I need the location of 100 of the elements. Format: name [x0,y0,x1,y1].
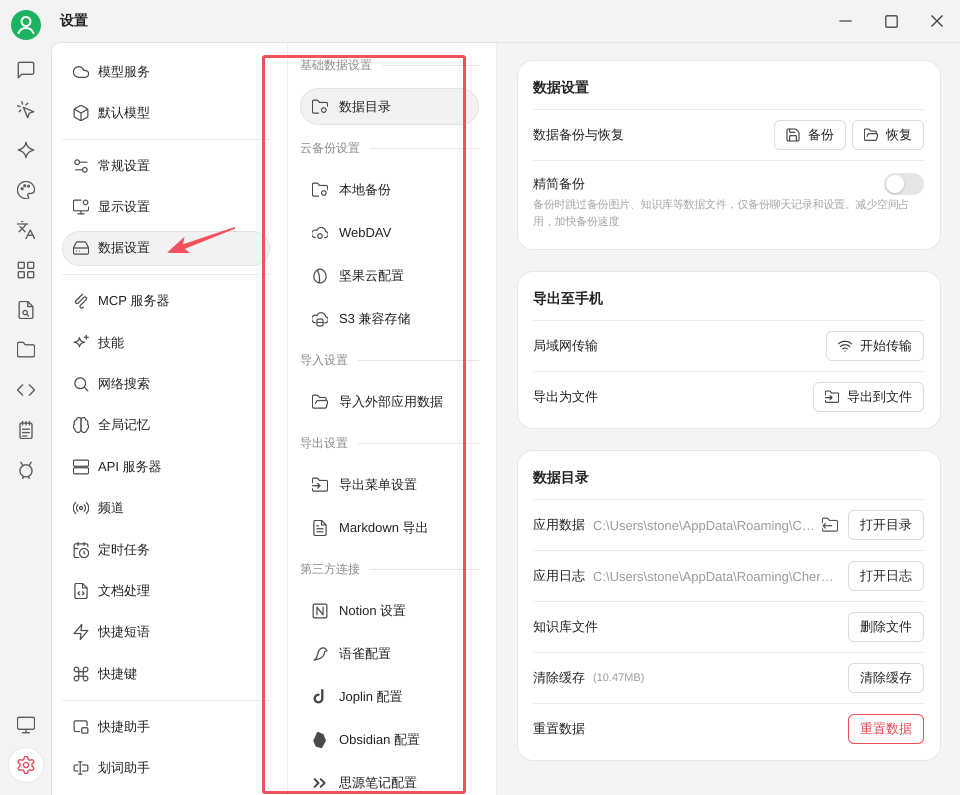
folder-open-icon [312,394,328,410]
sidebar-item[interactable]: 划词助手 [62,750,270,786]
size-note: (10.47MB) [593,672,644,684]
sidebar-item[interactable]: 技能 [62,325,270,360]
notepad-icon [16,421,34,439]
setting-label: 局域网传输 [533,337,598,355]
pointer-sparkle-icon [16,101,34,119]
command-icon [73,666,89,682]
action-button[interactable]: 备份 [774,120,846,150]
nav-button[interactable] [8,748,42,782]
path-text: C:\Users\stone\AppData\Roaming\Cher… [593,568,834,584]
menu-item[interactable]: S3 兼容存储 [300,300,479,337]
broadcast-icon [73,500,89,516]
menu-item[interactable]: 语雀配置 [300,635,479,672]
avatar-icon[interactable] [10,10,40,40]
folder-arrow-icon [825,390,839,404]
window-icon [73,718,89,735]
settings-icon [16,756,34,774]
menu-item[interactable]: WebDAV [300,214,479,251]
action-button[interactable]: 导出到文件 [813,382,924,412]
setting-label: 应用日志 [533,567,585,585]
search-icon [73,376,89,392]
sidebar-item[interactable]: 快捷短语 [62,614,270,650]
minimize-icon [838,20,852,22]
section-heading: 云备份设置 [300,140,360,156]
menu-item[interactable]: 本地备份 [300,171,479,208]
menu-item[interactable]: Markdown 导出 [300,509,479,546]
setting-label: 重置数据 [533,720,585,738]
hexagon-icon [312,732,328,748]
setting-description: 备份时跳过备份图片、知识库等数据文件，仅备份聊天记录和设置。减少空间占用，加快备份速度 [533,198,910,230]
toggle-switch[interactable] [884,173,924,195]
action-button[interactable]: 打开目录 [848,510,924,540]
card-title: 数据设置 [533,79,589,95]
brain-icon [73,417,89,434]
folder-arrow-icon[interactable] [822,517,838,533]
code-icon [16,381,34,399]
action-button[interactable]: 清除缓存 [848,663,924,693]
setting-label: 知识库文件 [533,618,598,636]
sidebar-item[interactable]: 全局记忆 [62,408,270,443]
maximize-icon [884,14,898,28]
menu-item[interactable]: 导入外部应用数据 [300,383,479,420]
monitor-icon [16,716,34,734]
sidebar-item[interactable]: MCP 服务器 [62,284,270,319]
wifi-icon [838,339,852,353]
sidebar-item[interactable]: 显示设置 [62,190,270,225]
setting-label: 应用数据 [533,516,585,534]
setting-label: 精简备份 [533,175,586,193]
lightning-icon [73,624,89,640]
menu-item[interactable]: Notion 设置 [300,592,479,629]
bird-icon [312,646,328,662]
save-icon [786,128,800,142]
sidebar-item[interactable]: 常规设置 [62,148,270,184]
egg-icon [312,268,328,284]
chat-bubble-icon [16,61,34,79]
palette-icon [16,181,34,199]
menu-item[interactable]: 坚果云配置 [300,257,479,294]
translate-icon [16,221,34,239]
setting-label: 数据备份与恢复 [533,126,624,144]
sidebar-item[interactable]: 快捷键 [62,656,270,692]
menu-item[interactable]: 导出菜单设置 [300,466,479,503]
action-button[interactable]: 开始传输 [826,331,924,361]
section-heading: 第三方连接 [300,560,360,578]
setting-label: 导出为文件 [533,388,598,406]
menu-item[interactable]: Joplin 配置 [300,678,479,715]
sidebar-item[interactable]: 模型服务 [62,54,270,89]
card-title: 数据目录 [533,469,589,485]
sidebar-item[interactable]: 文档处理 [62,573,270,608]
section-heading: 导出设置 [300,434,348,452]
file-code-icon [73,582,89,599]
sidebar-item[interactable]: 频道 [62,490,270,526]
section-heading: 导入设置 [300,352,348,368]
action-button[interactable]: 打开日志 [848,561,924,591]
menu-item[interactable]: Obsidian 配置 [300,721,479,758]
hard-drive-icon [73,240,89,256]
action-button[interactable]: 恢复 [852,120,924,150]
folder-dot-icon [312,98,328,114]
danger-button[interactable]: 重置数据 [848,714,924,744]
folder-icon [16,341,34,359]
grid-icon [16,261,34,279]
calendar-clock-icon [73,542,89,558]
window-title: 设置 [60,12,88,30]
coil-icon [73,293,89,310]
action-button[interactable]: 删除文件 [848,612,924,642]
sidebar-item[interactable]: 快捷助手 [62,709,270,744]
cloud-storage-icon [312,310,328,326]
menu-item[interactable]: 思源笔记配置 [300,764,479,795]
annotation-arrow [167,226,236,254]
sidebar-item[interactable]: 数据设置 [62,230,270,266]
monitor-gear-icon [73,199,89,216]
server-icon [73,458,89,475]
creature-icon [16,461,34,479]
setting-label: 清除缓存 [533,669,585,687]
sidebar-item[interactable]: API 服务器 [62,449,270,484]
menu-item[interactable]: 数据目录 [300,88,479,125]
sparkle-icon [16,141,34,159]
sidebar-item[interactable]: 默认模型 [62,95,270,130]
path-text: C:\Users\stone\AppData\Roaming\C… [593,518,815,532]
sidebar-item[interactable]: 定时任务 [62,532,270,568]
sidebar-item[interactable]: 网络搜索 [62,366,270,402]
card-title: 导出至手机 [533,290,603,306]
